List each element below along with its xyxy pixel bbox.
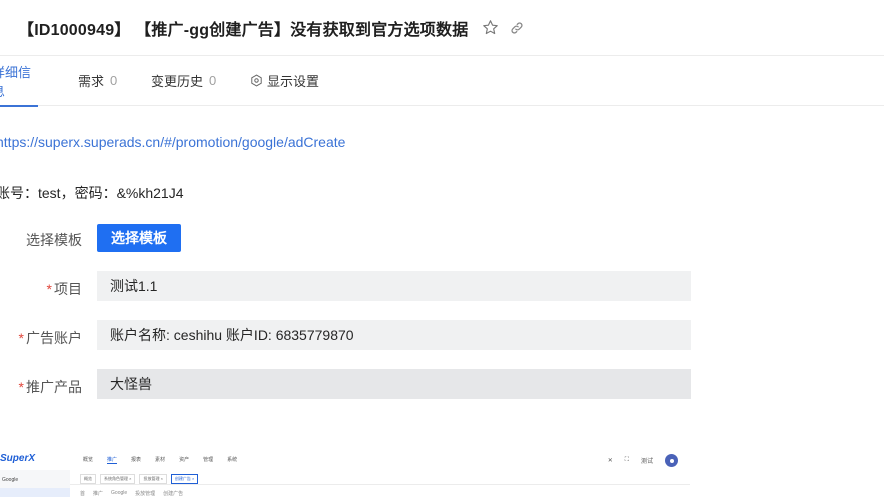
thumb-fullscreen-icon: ⛶ — [624, 457, 629, 463]
thumb-nav-item: 系统 — [227, 457, 238, 463]
tab-change-history-count: 0 — [209, 73, 217, 88]
thumb-breadcrumb: 首 推广 Google 投放管理 创建广告 — [80, 490, 183, 497]
issue-title: 【ID1000949】 【推广-gg创建广告】没有获取到官方选项数据 — [18, 21, 469, 39]
account-credentials-text: 账号：test，密码：&%kh21J4 — [0, 185, 184, 201]
thumb-divider — [70, 484, 690, 485]
embedded-screenshot: SuperX 概览 推广 报表 素材 资产 管理 系统 ✕ ⛶ 测试 Googl… — [0, 448, 690, 497]
product-value: 大怪兽 — [110, 376, 152, 392]
tab-change-history[interactable]: 变更历史 0 — [151, 56, 216, 106]
project-label-text: 项目 — [54, 281, 82, 297]
ad-account-field[interactable]: 账户名称: ceshihu 账户ID: 6835779870 — [97, 320, 691, 350]
product-label: * 推广产品 — [2, 377, 82, 397]
thumb-crumb-item: 创建广告 — [163, 491, 184, 497]
thumb-top-nav: 概览 推广 报表 素材 资产 管理 系统 — [83, 456, 237, 464]
thumb-tag: 系统角色管理 × — [100, 474, 136, 484]
thumb-nav-item: 概览 — [83, 457, 94, 463]
settings-hexagon-icon — [251, 74, 262, 87]
tab-requirements[interactable]: 需求 0 — [78, 56, 117, 106]
product-label-text: 推广产品 — [26, 379, 82, 395]
tab-details-label: 详细信息 — [0, 64, 32, 99]
required-mark: * — [18, 330, 24, 346]
issue-header: 【ID1000949】 【推广-gg创建广告】没有获取到官方选项数据 — [0, 0, 884, 56]
thumb-crumb-item: 投放管理 — [135, 491, 156, 497]
tab-change-history-label: 变更历史 — [151, 74, 204, 89]
thumb-crumb-item: 推广 — [93, 491, 104, 497]
product-field[interactable]: 大怪兽 — [97, 369, 691, 399]
thumb-user-name: 测试 — [640, 459, 653, 465]
project-label: * 项目 — [2, 279, 82, 299]
tab-display-settings[interactable]: 显示设置 — [250, 56, 319, 106]
thumb-sidebar: Google — [0, 470, 70, 497]
detail-tabs: 详细信息 需求 0 变更历史 0 显示设置 — [0, 56, 884, 107]
ad-account-label: * 广告账户 — [2, 328, 82, 348]
thumb-logo: SuperX — [0, 453, 36, 464]
thumb-close-icon: ✕ — [607, 458, 613, 464]
thumb-crumb-item: Google — [111, 490, 128, 496]
tab-requirements-count: 0 — [110, 73, 118, 88]
thumb-nav-item: 推广 — [107, 457, 118, 464]
thumb-tag: 概览 — [80, 474, 96, 484]
tab-details[interactable]: 详细信息 — [0, 56, 38, 107]
thumb-tag-bar: 概览 系统角色管理 × 投放管理 × 创建广告 × — [80, 474, 199, 484]
thumb-sidebar-active — [0, 488, 70, 497]
select-template-button[interactable]: 选择模板 — [97, 224, 181, 252]
thumb-nav-item: 管理 — [203, 457, 214, 463]
ad-account-label-text: 广告账户 — [26, 330, 82, 346]
thumb-tag: 投放管理 × — [139, 474, 167, 484]
thumb-tag: 创建广告 × — [170, 474, 199, 484]
tab-display-settings-label: 显示设置 — [267, 74, 320, 89]
thumb-header-right: ✕ ⛶ 测试 — [608, 454, 678, 467]
required-mark: * — [18, 379, 24, 395]
star-outline-icon[interactable] — [482, 19, 499, 36]
ad-account-value: 账户名称: ceshihu 账户ID: 6835779870 — [110, 327, 354, 343]
thumb-avatar — [665, 454, 678, 467]
thumb-nav-item: 资产 — [179, 457, 190, 463]
required-mark: * — [46, 281, 52, 297]
template-label: 选择模板 — [2, 230, 82, 250]
project-value: 测试1.1 — [110, 278, 158, 294]
thumb-nav-item: 报表 — [131, 457, 142, 463]
thumb-sidebar-google: Google — [2, 477, 19, 483]
issue-url-link[interactable]: https://superx.superads.cn/#/promotion/g… — [0, 134, 345, 150]
thumb-nav-item: 素材 — [155, 457, 166, 463]
template-label-text: 选择模板 — [26, 232, 82, 248]
project-field[interactable]: 测试1.1 — [97, 271, 691, 301]
tab-requirements-label: 需求 — [78, 74, 105, 89]
thumb-crumb-item: 首 — [80, 491, 86, 497]
link-icon[interactable] — [510, 21, 524, 35]
